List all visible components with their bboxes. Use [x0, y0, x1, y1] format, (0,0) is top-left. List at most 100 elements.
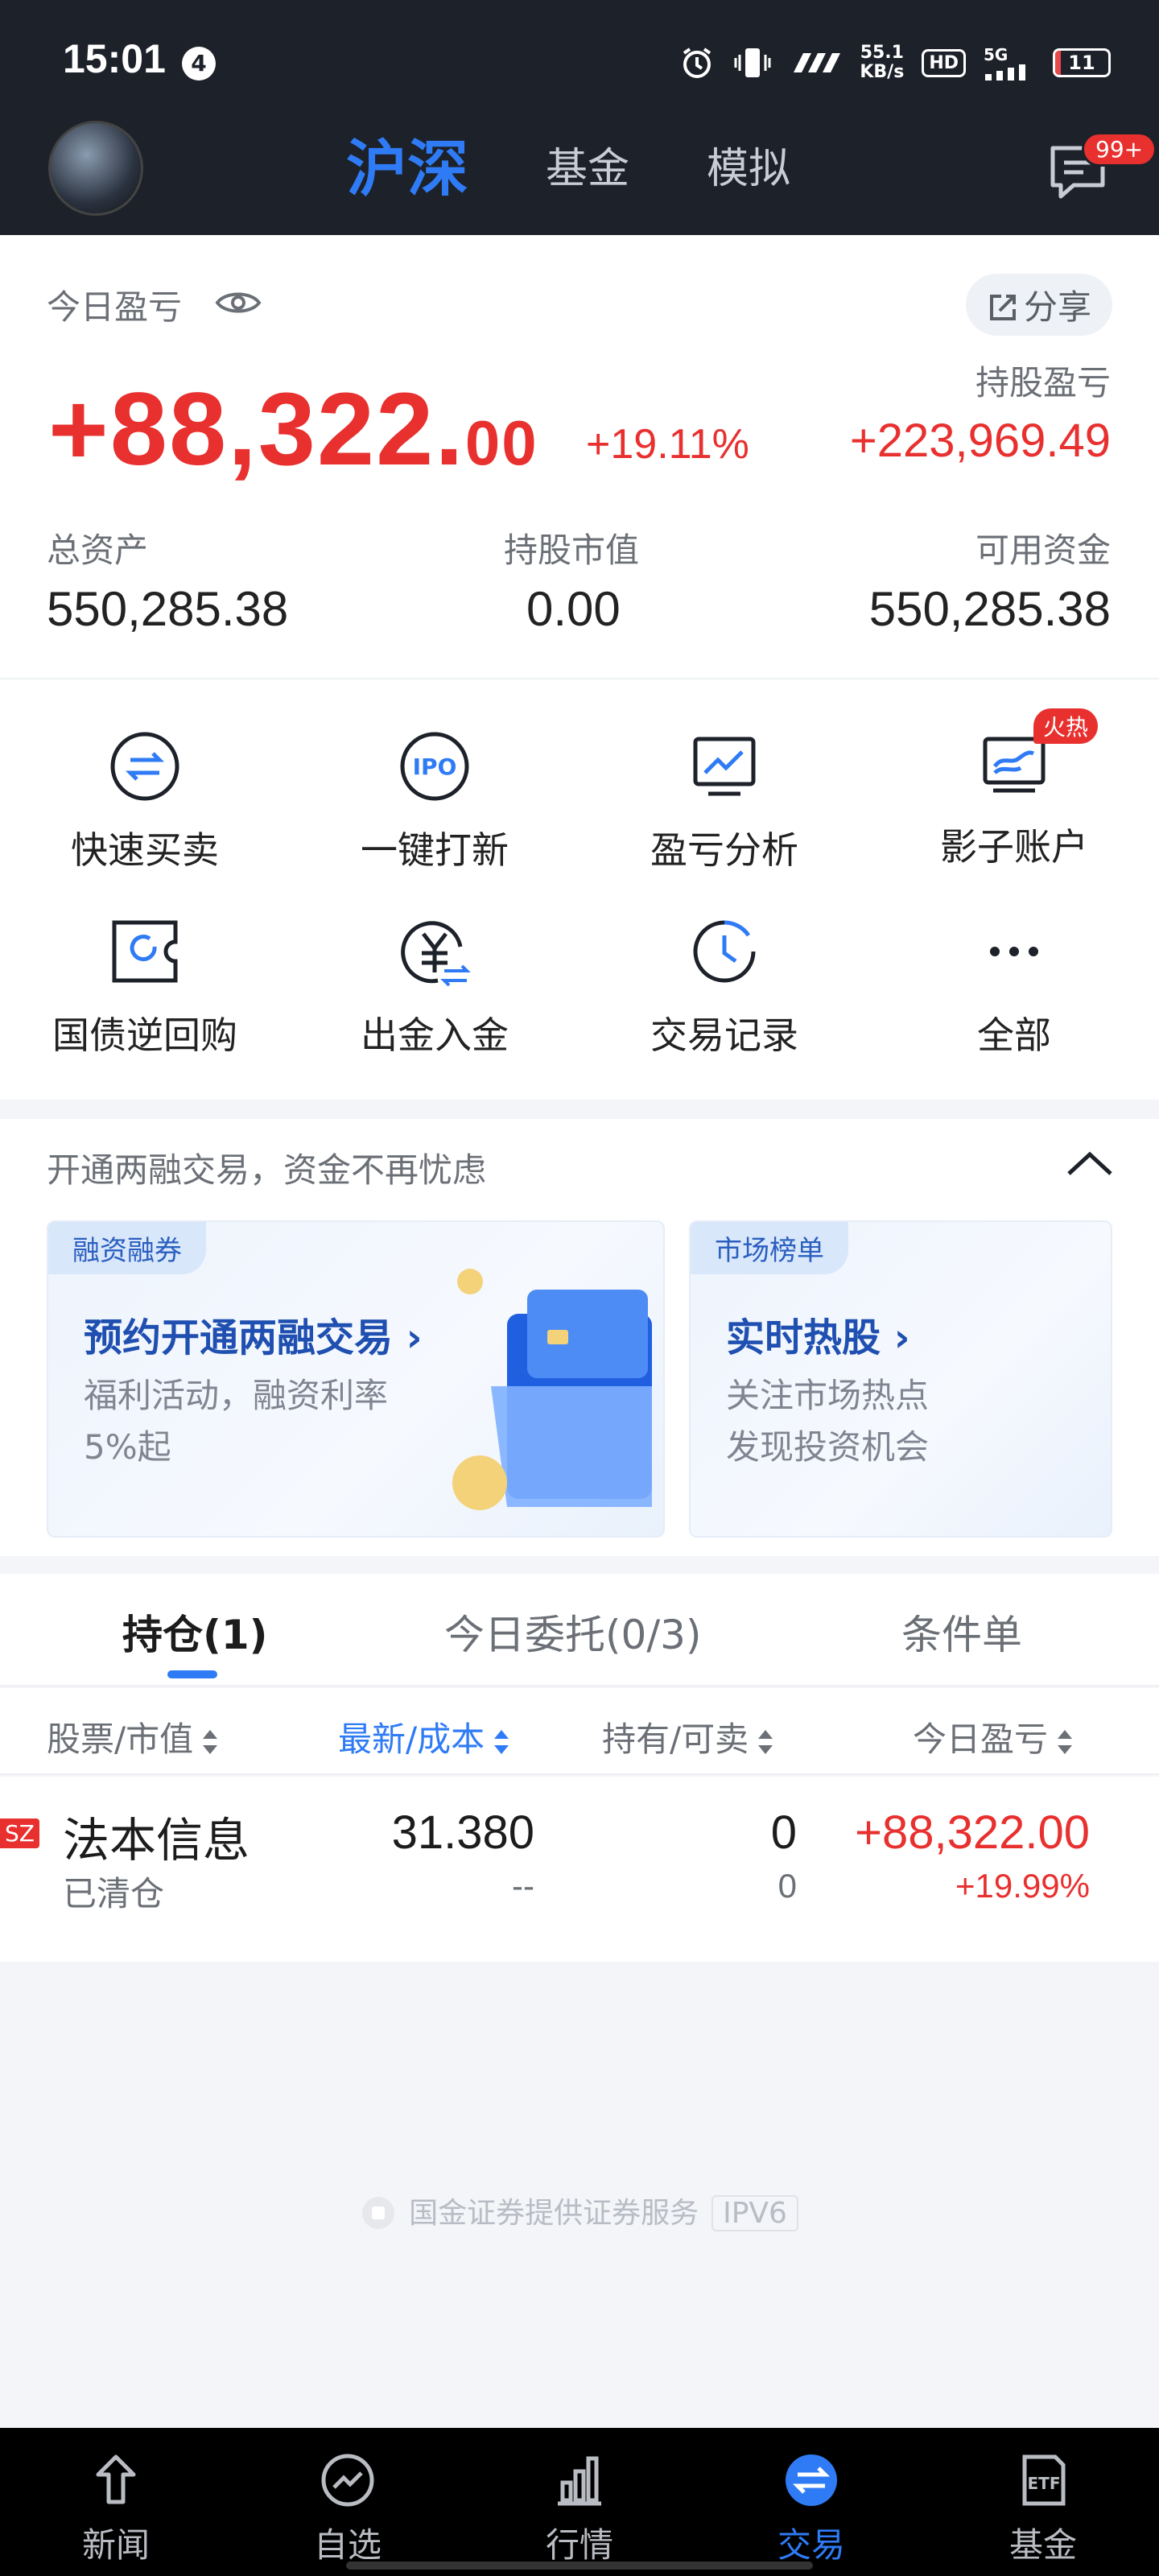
net-speed: 55.1 KB/s	[860, 43, 904, 82]
quick-action-label: 影子账户	[940, 825, 1088, 869]
trade-history-button[interactable]: 交易记录	[580, 914, 869, 1059]
card-title-text: 实时热股	[726, 1315, 881, 1360]
available-value: 550,285.38	[868, 582, 1111, 636]
card-title-text: 预约开通两融交易	[84, 1315, 394, 1360]
table-header: 股票/市值 最新/成本 持有/可卖 今日盈亏	[0, 1688, 1159, 1775]
col-hold-sellable[interactable]: 持有/可卖	[602, 1712, 773, 1761]
bond-repo-icon	[112, 920, 178, 983]
bond-repo-button[interactable]: 国债逆回购	[0, 914, 290, 1059]
card-title: 预约开通两融交易 ›	[84, 1315, 423, 1360]
net-speed-unit: KB/s	[860, 62, 905, 82]
tab-fund[interactable]: 基金	[546, 129, 629, 209]
watchlist-icon	[321, 2454, 374, 2507]
market-icon	[558, 2456, 601, 2506]
col-today-pl[interactable]: 今日盈亏	[913, 1712, 1073, 1761]
news-icon	[96, 2454, 136, 2504]
fund-etf-icon: ETF	[1022, 2454, 1066, 2506]
tab-today-orders[interactable]: 今日委托(0/3)	[444, 1603, 701, 1661]
clock-icon	[693, 920, 756, 983]
col-latest-label: 最新/成本	[338, 1719, 485, 1759]
nav-market[interactable]: 行情	[464, 2428, 695, 2576]
active-tab-indicator	[167, 1670, 217, 1678]
nav-label: 自选	[313, 2525, 382, 2565]
message-button[interactable]: 99+	[1046, 132, 1157, 204]
swap-icon	[110, 732, 179, 801]
signal-icon: 5G	[984, 45, 1035, 80]
tab-holdings[interactable]: 持仓(1)	[122, 1603, 268, 1678]
cost-price: --	[512, 1867, 534, 1905]
market-value-value: 0.00	[526, 582, 621, 636]
col-latest-cost[interactable]: 最新/成本	[338, 1712, 539, 1761]
battery-level: 11	[1068, 52, 1095, 74]
nav-label: 行情	[545, 2525, 613, 2565]
tab-hushen[interactable]: 沪深	[346, 129, 468, 209]
ipo-icon: IPO	[400, 732, 469, 801]
row-today-pl-pct: +19.99%	[955, 1867, 1090, 1905]
assets-summary: 今日盈亏 分享 +88,322.00 +19.11% 持股盈亏 +223,969…	[0, 235, 1159, 678]
market-tabs: 沪深 基金 模拟	[346, 129, 790, 209]
available-label: 可用资金	[975, 530, 1111, 570]
margin-promo: 开通两融交易，资金不再忧虑 融资融券 预约开通两融交易 › 福利活动，融资利率 5…	[0, 1119, 1159, 1556]
share-button[interactable]: 分享	[965, 274, 1112, 336]
deposit-withdraw-button[interactable]: 出金入金	[290, 914, 580, 1059]
chevron-up-icon[interactable]	[1066, 1148, 1114, 1180]
stock-name: 法本信息	[63, 1813, 250, 1868]
card-tag: 融资融券	[48, 1222, 206, 1274]
market-value-label: 持股市值	[504, 530, 640, 570]
sort-icon	[201, 1728, 218, 1756]
folder-card-illustration	[452, 1269, 652, 1510]
ipo-button[interactable]: IPO 一键打新	[290, 729, 580, 874]
today-pl-value: +88,322.00	[48, 370, 538, 489]
battery-icon: 11	[1053, 48, 1111, 77]
today-pl-main: +88,322.	[48, 372, 465, 487]
top-bar: 15:01 4 55.1 KB/s HD 5G 11 沪深 基金 模拟 99+	[0, 0, 1159, 235]
signal-label: 5G	[984, 45, 1008, 64]
card-line2: 发现投资机会	[726, 1427, 930, 1467]
hot-stocks-card[interactable]: 市场榜单 实时热股 › 关注市场热点 发现投资机会	[689, 1220, 1112, 1538]
nav-news[interactable]: 新闻	[0, 2428, 232, 2576]
card-title: 实时热股 ›	[726, 1315, 910, 1360]
card-line2: 5%起	[84, 1427, 171, 1467]
eye-icon[interactable]	[214, 288, 262, 317]
quick-action-label: 快速买卖	[71, 828, 219, 872]
tab-conditional-orders[interactable]: 条件单	[901, 1603, 1022, 1661]
shadow-account-button[interactable]: 火热 影子账户	[869, 708, 1159, 871]
hot-badge: 火热	[1033, 708, 1099, 744]
alarm-icon	[683, 47, 711, 78]
nav-trade[interactable]: 交易	[695, 2428, 927, 2576]
carrier-icon	[794, 53, 841, 72]
today-pl-decimal: 00	[464, 407, 538, 478]
col-stock[interactable]: 股票/市值	[47, 1712, 218, 1761]
stock-status: 已清仓	[63, 1874, 165, 1913]
nav-label: 交易	[777, 2525, 845, 2565]
col-stock-label: 股票/市值	[47, 1719, 194, 1759]
nav-fund[interactable]: ETF 基金	[927, 2428, 1159, 2576]
market-badge: SZ	[0, 1818, 39, 1848]
svg-text:ETF: ETF	[1028, 2474, 1061, 2493]
nav-watchlist[interactable]: 自选	[232, 2428, 464, 2576]
table-row[interactable]: SZ 法本信息 已清仓 31.380 -- 0 0 +88,322.00 +19…	[0, 1777, 1159, 1962]
row-today-pl: +88,322.00	[855, 1806, 1090, 1859]
col-hold-label: 持有/可卖	[602, 1719, 749, 1759]
card-tag: 市场榜单	[691, 1222, 848, 1274]
hold-qty: 0	[770, 1806, 797, 1859]
sellable-qty: 0	[777, 1867, 797, 1905]
avatar[interactable]	[48, 121, 143, 216]
tab-simulate[interactable]: 模拟	[707, 129, 790, 209]
holding-pl-label: 持股盈亏	[975, 363, 1111, 402]
footer-text: 国金证券提供证券服务	[409, 2197, 699, 2230]
vibrate-icon	[734, 48, 771, 77]
pl-analysis-button[interactable]: 盈亏分析	[580, 729, 869, 874]
latest-price: 31.380	[391, 1806, 534, 1859]
net-speed-value: 55.1	[860, 43, 904, 63]
margin-trading-card[interactable]: 融资融券 预约开通两融交易 › 福利活动，融资利率 5%起	[47, 1220, 665, 1538]
status-time: 15:01	[63, 36, 166, 81]
broker-logo-icon	[362, 2197, 395, 2229]
quick-actions: 快速买卖 IPO 一键打新 盈亏分析 火热 影子账户 国债逆回购 出金入金 交易…	[0, 679, 1159, 1100]
notification-count-badge: 4	[182, 47, 216, 80]
message-badge: 99+	[1082, 132, 1157, 167]
col-latest-label-wrap: 最新/成本	[338, 1719, 509, 1759]
chart-monitor-icon	[693, 737, 756, 796]
quick-trade-button[interactable]: 快速买卖	[0, 729, 290, 874]
all-actions-button[interactable]: 全部	[869, 914, 1159, 1059]
